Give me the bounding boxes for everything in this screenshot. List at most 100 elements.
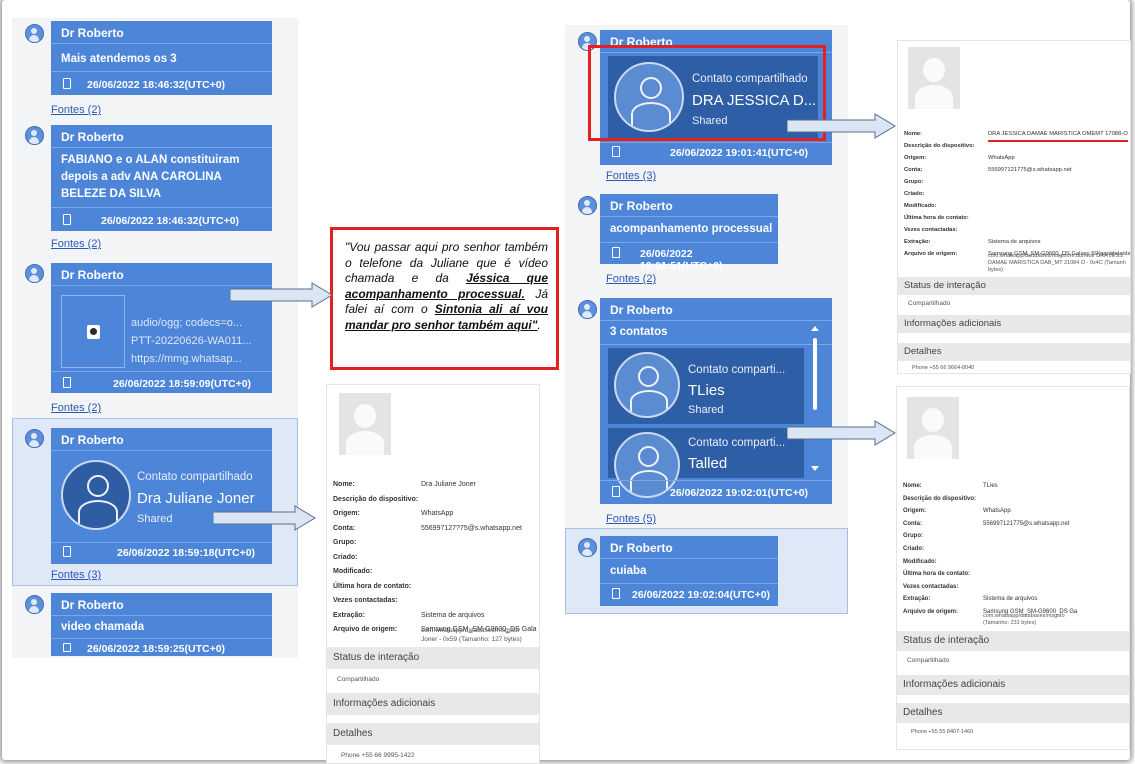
section-status-interacao[interactable]: Status de interação bbox=[897, 631, 1129, 651]
message-bubble[interactable]: Dr Roberto Mais atendemos os 3 26/06/202… bbox=[51, 21, 272, 95]
scroll-up-icon[interactable] bbox=[811, 326, 819, 331]
contact-photo-placeholder bbox=[339, 393, 391, 455]
fontes-link[interactable]: Fontes (2) bbox=[51, 238, 101, 250]
detail-field-label: Grupo: bbox=[904, 179, 924, 185]
detail-field-label: Última hora de contato: bbox=[333, 582, 412, 590]
detail-field-label: Criado: bbox=[903, 546, 924, 552]
section-detalhes[interactable]: Detalhes bbox=[327, 723, 539, 745]
origin-file-extra: Joner - 0x59 (Tamanho: 127 bytes) bbox=[421, 636, 522, 643]
detail-field-value: TLies bbox=[983, 483, 998, 489]
phone-icon bbox=[612, 146, 620, 157]
detail-field-value: Sistema de arquivos bbox=[988, 239, 1041, 245]
detail-field-label: Arquivo de origem: bbox=[904, 251, 958, 257]
arrow-icon bbox=[787, 420, 896, 446]
name-underline bbox=[988, 140, 1128, 142]
phone-icon bbox=[612, 247, 620, 258]
phone-icon bbox=[63, 78, 71, 89]
audio-filename-text: PTT-20220626-WA011... bbox=[131, 335, 252, 347]
message-text-line: BELEZE DA SILVA bbox=[61, 188, 162, 200]
detail-field-label: Modificado: bbox=[904, 203, 937, 209]
detail-field-label: Extração: bbox=[904, 239, 931, 245]
message-timestamp: 26/06/2022 19:01:51(UTC+0) bbox=[640, 248, 723, 272]
contacts-message-bubble[interactable]: Dr Roberto 3 contatos Contato comparti..… bbox=[600, 298, 832, 504]
audio-file-thumbnail[interactable] bbox=[61, 295, 125, 368]
contact-name: TLies bbox=[688, 382, 725, 399]
shared-contact-card[interactable]: Contato comparti... Talled bbox=[608, 428, 804, 498]
message-text: acompanhamento processual bbox=[610, 223, 773, 235]
section-status-interacao[interactable]: Status de interação bbox=[898, 277, 1130, 295]
section-status-interacao[interactable]: Status de interação bbox=[327, 647, 539, 669]
phone-icon bbox=[63, 377, 71, 388]
fontes-link[interactable]: Fontes (2) bbox=[51, 402, 101, 414]
scrollbar-thumb[interactable] bbox=[813, 338, 817, 410]
detail-field-value: WhatsApp bbox=[983, 508, 1011, 515]
sender-name: Dr Roberto bbox=[61, 26, 124, 40]
contact-message-bubble[interactable]: Dr Roberto Contato compartilhado Dra Jul… bbox=[51, 428, 272, 564]
section-detalhes[interactable]: Detalhes bbox=[898, 343, 1130, 361]
detail-field-value: DRA JESSICA DAMAE MARISTICA OMEMT 17088-… bbox=[988, 131, 1128, 137]
origin-file-extra: com.whatsapp/databases/msgstor bbox=[421, 627, 520, 634]
sender-avatar-icon bbox=[25, 24, 44, 43]
detail-field-label: Conta: bbox=[904, 167, 923, 173]
detail-field-label: Arquivo de origem: bbox=[333, 626, 398, 633]
sender-avatar-icon bbox=[578, 300, 597, 319]
sender-avatar-icon bbox=[25, 595, 44, 614]
detail-field-label: Origem: bbox=[904, 155, 927, 161]
detail-field-value: Sistema de arquivos bbox=[983, 596, 1038, 603]
detail-field-value: 556997121775@s.whatsapp.net bbox=[983, 520, 1070, 527]
scroll-down-icon[interactable] bbox=[811, 466, 819, 471]
detail-field-label: Descrição do dispositivo: bbox=[903, 495, 977, 502]
arrow-icon bbox=[787, 113, 896, 139]
phone-icon bbox=[612, 588, 620, 599]
detail-field-value: 556997127?75@s.whatsapp.net bbox=[421, 524, 522, 532]
detail-field-label: Criado: bbox=[333, 553, 358, 561]
message-bubble[interactable]: Dr Roberto video chamada 26/06/2022 18:5… bbox=[51, 593, 272, 656]
detail-field-label: Grupo: bbox=[333, 539, 357, 546]
fontes-link[interactable]: Fontes (2) bbox=[51, 104, 101, 116]
shared-contact-card[interactable]: Contato comparti... TLies Shared bbox=[608, 348, 804, 424]
phone-icon bbox=[63, 546, 71, 557]
detail-field-label: Nome: bbox=[333, 481, 355, 488]
sender-name: Dr Roberto bbox=[610, 541, 673, 555]
sender-name: Dr Roberto bbox=[61, 598, 124, 612]
message-timestamp: 26/06/2022 19:02:01(UTC+0) bbox=[670, 487, 809, 499]
sender-name: Dr Roberto bbox=[610, 199, 673, 213]
phone-icon bbox=[63, 214, 71, 225]
fontes-link[interactable]: Fontes (5) bbox=[606, 513, 656, 525]
fontes-link[interactable]: Fontes (3) bbox=[51, 569, 101, 581]
play-icon[interactable] bbox=[87, 325, 100, 339]
detail-field-label: Origem: bbox=[903, 508, 927, 515]
contact-photo-placeholder bbox=[908, 47, 960, 109]
section-detalhes[interactable]: Detalhes bbox=[897, 703, 1129, 723]
message-bubble[interactable]: Dr Roberto cuiaba 26/06/2022 19:02:04(UT… bbox=[600, 536, 778, 606]
message-timestamp: 26/06/2022 19:02:04(UTC+0) bbox=[632, 589, 771, 601]
detail-field-value: WhatsApp bbox=[421, 510, 454, 517]
detail-field-label: Grupo: bbox=[903, 533, 923, 540]
origin-file-extra: (Tamanho: 231 bytes) bbox=[983, 620, 1037, 626]
message-text: cuiaba bbox=[610, 565, 647, 577]
phone-icon bbox=[612, 486, 620, 497]
fontes-link[interactable]: Fontes (3) bbox=[606, 170, 656, 182]
message-bubble[interactable]: Dr Roberto acompanhamento processual 26/… bbox=[600, 194, 778, 272]
message-timestamp: 26/06/2022 19:01:41(UTC+0) bbox=[670, 147, 809, 159]
section-info-adicionais[interactable]: Informações adicionais bbox=[897, 675, 1129, 695]
detail-field-label: Origem: bbox=[333, 510, 360, 517]
origin-file-extra: DAMAE MARISTICA DAB_MT 21084 O - 0x4C (T… bbox=[988, 260, 1126, 266]
section-info-adicionais[interactable]: Informações adicionais bbox=[898, 315, 1130, 333]
section-info-adicionais[interactable]: Informações adicionais bbox=[327, 693, 539, 715]
sender-name: Dr Roberto bbox=[61, 268, 124, 282]
detail-field-label: Vezes contactadas: bbox=[904, 227, 958, 233]
message-bubble[interactable]: Dr Roberto FABIANO e o ALAN constituiram… bbox=[51, 125, 272, 231]
quote-text: . bbox=[537, 317, 541, 332]
detail-field-label: Nome: bbox=[903, 483, 922, 489]
detail-field-label: Criado: bbox=[904, 191, 925, 197]
detail-field-label: Extração: bbox=[333, 611, 365, 619]
fontes-link[interactable]: Fontes (2) bbox=[606, 273, 656, 285]
contact-title: Contato comparti... bbox=[688, 437, 786, 449]
sender-avatar-icon bbox=[578, 538, 597, 557]
transcript-quote-box: "Vou passar aqui pro senhor também o tel… bbox=[330, 227, 559, 370]
phone-value: Phone +55 66 9995-1422 bbox=[341, 752, 415, 759]
phone-icon bbox=[63, 643, 71, 652]
message-text: video chamada bbox=[61, 621, 145, 633]
phone-value: Phone +55 66 9664-8040 bbox=[912, 365, 975, 371]
